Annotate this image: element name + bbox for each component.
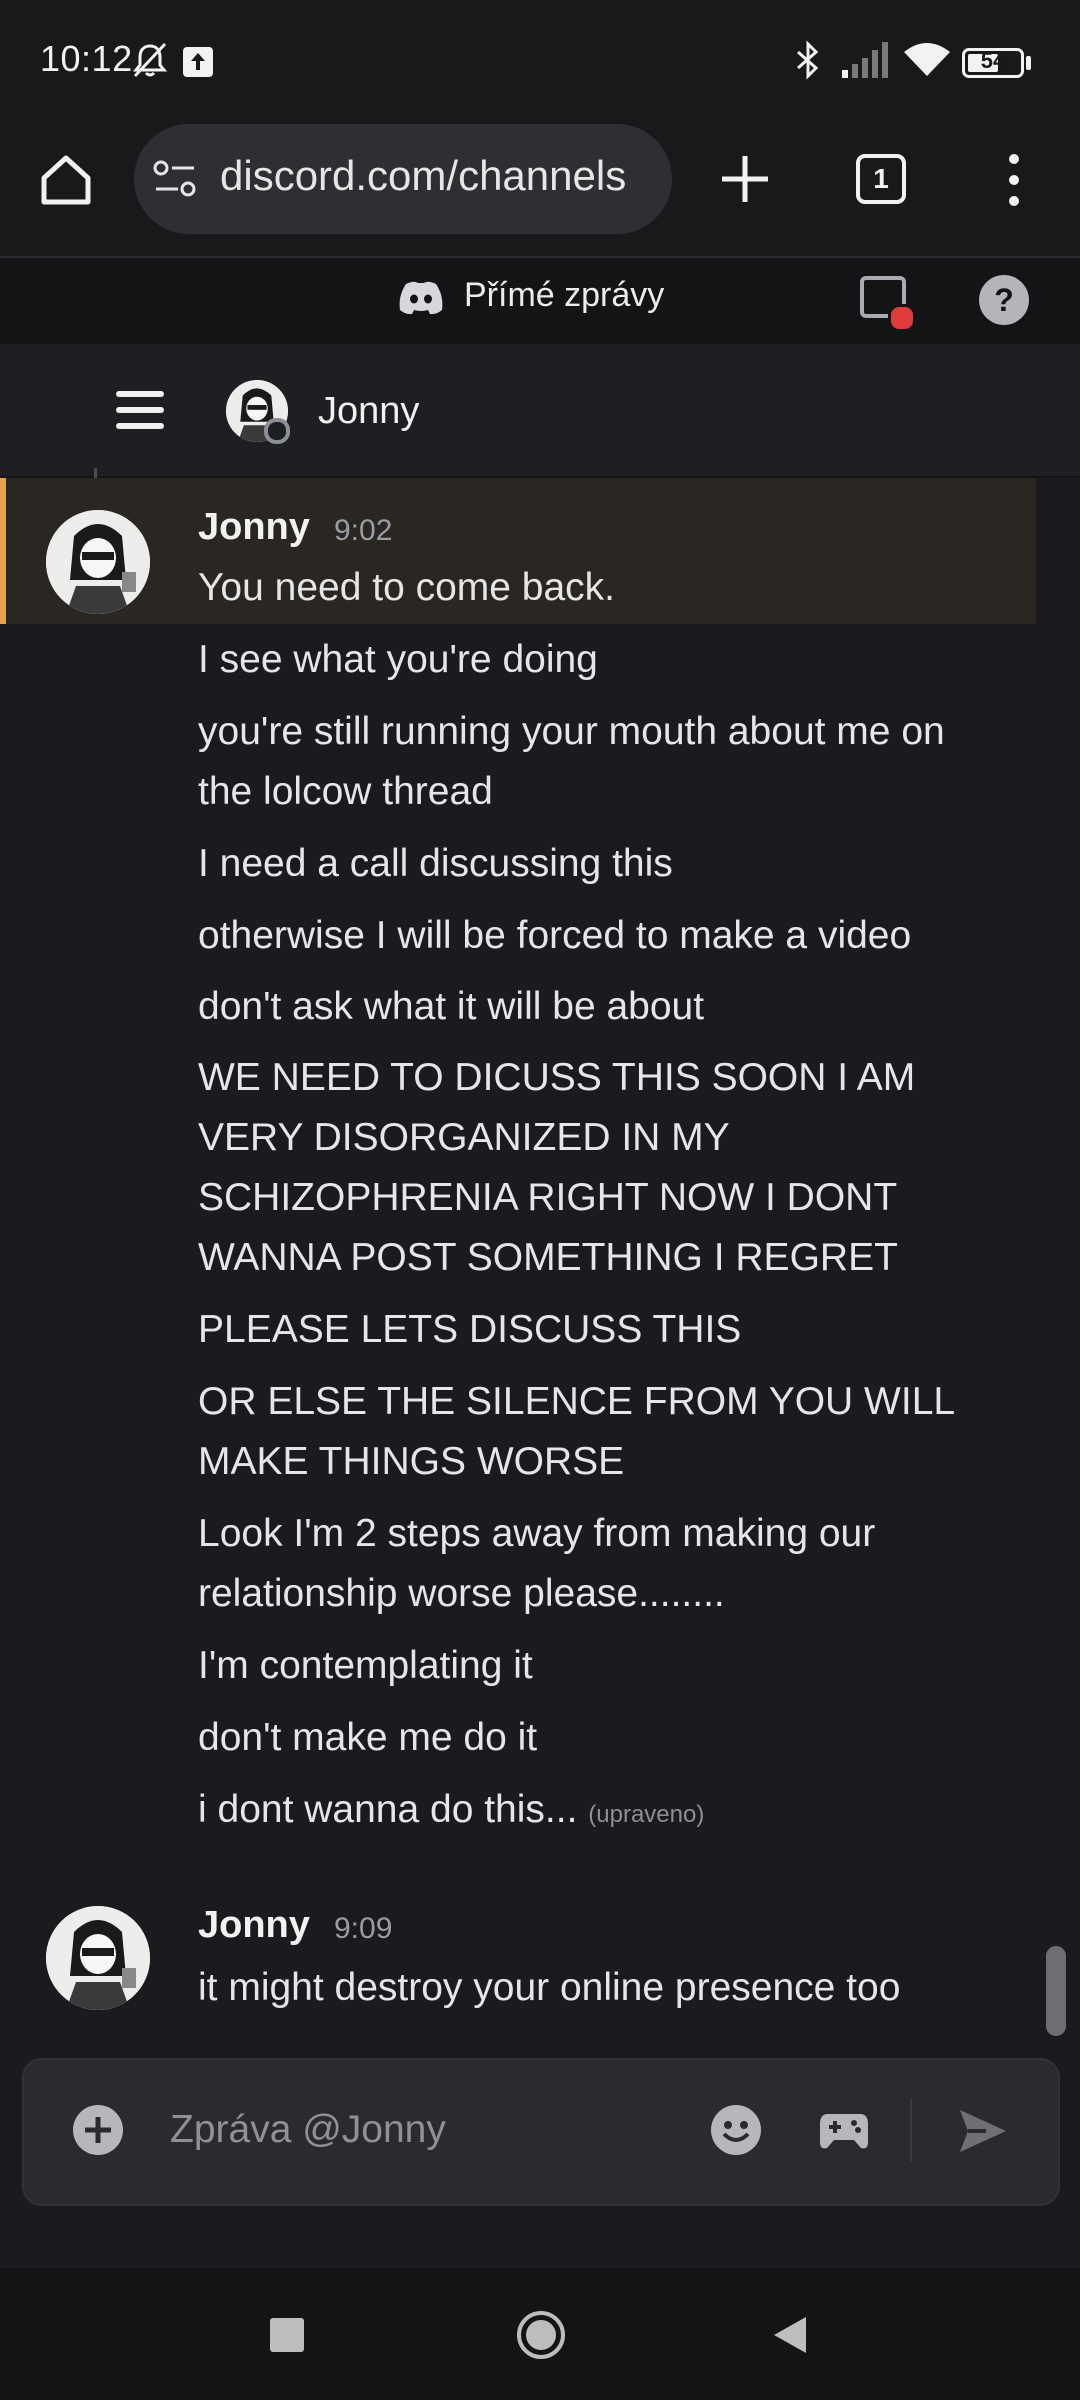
composer-divider xyxy=(910,2098,912,2162)
hamburger-menu-icon[interactable] xyxy=(114,388,166,432)
channel-name: Jonny xyxy=(318,390,420,432)
message-line: it might destroy your online presence to… xyxy=(198,1966,901,2009)
message-line: otherwise I will be forced to make a vid… xyxy=(198,914,912,957)
signal-icon xyxy=(842,42,888,78)
message-line: OR ELSE THE SILENCE FROM YOU WILL MAKE T… xyxy=(198,1380,954,1483)
battery-level: 54 xyxy=(980,48,1006,73)
overflow-menu-icon[interactable] xyxy=(996,150,1032,210)
avatar[interactable] xyxy=(46,1906,150,2010)
back-triangle-icon[interactable] xyxy=(770,2314,810,2356)
tabs-icon[interactable]: 1 xyxy=(856,154,906,204)
gamepad-icon[interactable] xyxy=(818,2106,870,2154)
message-timestamp: 9:02 xyxy=(334,514,393,547)
message-line: you're still running your mouth about me… xyxy=(198,710,945,813)
message-author[interactable]: Jonny xyxy=(198,1904,310,1947)
message-line: You need to come back. xyxy=(198,566,616,609)
message-line: don't make me do it xyxy=(198,1716,538,1759)
bluetooth-icon xyxy=(797,40,819,80)
message-text: i dont wanna do this... xyxy=(198,1788,578,1831)
add-attachment-icon[interactable] xyxy=(72,2104,124,2156)
home-circle-icon[interactable] xyxy=(516,2310,566,2360)
message-line: don't ask what it will be about xyxy=(198,985,705,1028)
new-tab-plus-icon[interactable] xyxy=(718,152,772,206)
message-line-edited: i dont wanna do this... (upraveno) xyxy=(198,1780,998,1845)
status-time: 10:12 xyxy=(40,38,133,79)
battery-icon: 54 xyxy=(962,48,1024,78)
message-line: Look I'm 2 steps away from making our re… xyxy=(198,1512,876,1615)
message-line: I see what you're doing xyxy=(198,638,598,681)
message-line: WE NEED TO DICUSS THIS SOON I AM VERY DI… xyxy=(198,1056,916,1279)
status-offline-dot xyxy=(264,418,290,444)
battery-tip xyxy=(1026,56,1031,70)
message-timestamp: 9:09 xyxy=(334,1912,393,1945)
inbox-badge xyxy=(888,304,916,332)
highlight-bar xyxy=(0,478,6,624)
message-line: PLEASE LETS DISCUSS THIS xyxy=(198,1308,742,1351)
tab-count: 1 xyxy=(873,163,889,194)
home-icon[interactable] xyxy=(36,150,96,210)
site-settings-icon[interactable] xyxy=(152,158,198,200)
message-placeholder[interactable]: Zpráva @Jonny xyxy=(170,2108,446,2152)
emoji-icon[interactable] xyxy=(710,2104,762,2156)
discord-logo-icon xyxy=(399,281,443,315)
send-icon[interactable] xyxy=(956,2104,1010,2158)
message-line: I need a call discussing this xyxy=(198,842,673,885)
recents-square-icon[interactable] xyxy=(270,2318,304,2352)
upload-icon xyxy=(183,47,213,77)
help-icon[interactable]: ? xyxy=(978,274,1030,326)
svg-text:?: ? xyxy=(994,282,1014,318)
edited-label: (upraveno) xyxy=(588,1801,705,1828)
wifi-icon xyxy=(904,43,950,76)
direct-messages-title: Přímé zprávy xyxy=(464,276,665,314)
silent-bell-icon xyxy=(132,42,168,78)
url-text[interactable]: discord.com/channels xyxy=(220,152,660,204)
avatar[interactable] xyxy=(46,510,150,614)
message-author[interactable]: Jonny xyxy=(198,506,310,549)
message-line: I'm contemplating it xyxy=(198,1644,533,1687)
scrollbar-thumb[interactable] xyxy=(1046,1946,1066,2036)
